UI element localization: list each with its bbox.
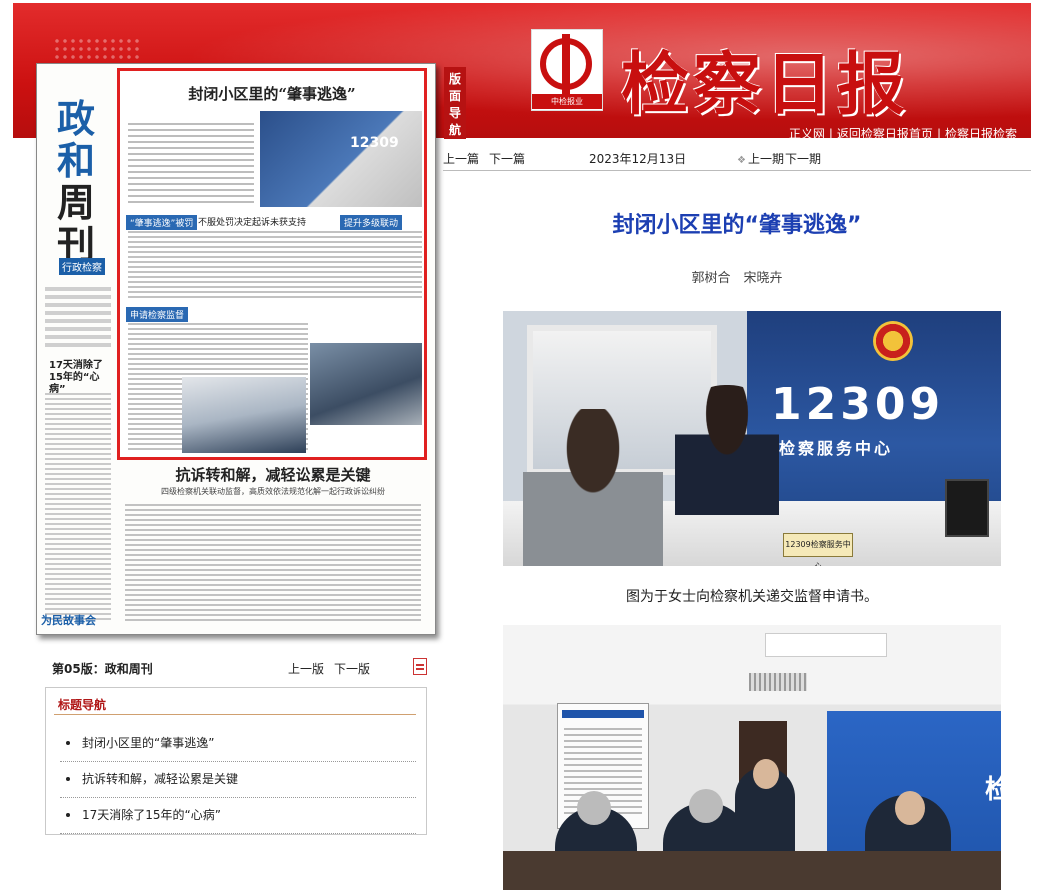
focus-article-columns [128,231,422,301]
headline-item[interactable]: 封闭小区里的“肇事逃逸” [60,726,416,762]
headline-nav: 标题导航 封闭小区里的“肇事逃逸” 抗诉转和解，减轻讼累是关键 17天消除了15… [45,687,427,835]
column-title: 政 和 周 刊 [57,98,101,266]
photo-monitor [945,479,989,537]
lower-article-text [125,504,421,624]
page-label: 第05版：政和周刊 [52,662,153,676]
photo-head-blurred [577,791,611,825]
next-issue-link[interactable]: 下一期 [785,150,821,167]
photo-ac-vent [749,673,807,691]
divider [54,714,416,715]
press-logo: 中检报业 [531,29,603,111]
bullet-icon [66,813,70,817]
masthead-info-lines [45,283,111,351]
bullet-icon [66,741,70,745]
focus-subheading: 申请检察监督 [126,307,189,322]
masthead-title: 检察日报 [621,45,910,125]
link-separator: | [828,127,833,138]
focus-article-text [128,123,254,203]
focus-subheading: “肇事逃逸”被罚 [126,215,198,230]
photo-person-visitor [523,409,663,566]
article-author: 郭树合 宋晓卉 [691,271,783,286]
issue-date: 2023年12月13日 [589,152,687,166]
pdf-icon[interactable] [413,658,427,675]
article-photo-service-center: 12309 检察服务中心 12309检察服务中心 [503,311,1001,566]
headline-nav-title: 标题导航 [58,698,107,712]
header-links: 正义网 | 返回检察日报首页 | 检察日报检索 [789,125,1017,138]
link-justice-net[interactable]: 正义网 [789,127,825,138]
newspaper-page-thumbnail[interactable]: 政 和 周 刊 行政检察 17天消除了15年的“心病” 为民故事会 封闭小区里的… [36,63,436,635]
photo-desk-plaque: 12309检察服务中心 [783,533,853,566]
photo-wall-text: 检察服务中心 [779,439,894,458]
bullet-icon [66,777,70,781]
photo-head [895,791,925,825]
focus-article-title: 封闭小区里的“肇事逃逸” [188,85,356,103]
link-search[interactable]: 检察日报检索 [945,127,1017,138]
chevron-right-icon: ❖ [737,155,746,166]
photo-table [503,851,1001,890]
next-article-link[interactable]: 下一篇 [489,150,525,167]
focus-photo-officers [310,343,422,425]
headline-item-label[interactable]: 抗诉转和解，减轻讼累是关键 [82,772,238,786]
headline-item[interactable]: 抗诉转和解，减轻讼累是关键 [60,762,416,798]
procuratorate-emblem-icon [873,321,913,361]
article-nav-bar: 上一篇 下一篇 2023年12月13日 ❖ 上一期 下一期 [443,150,1031,171]
headline-item-label[interactable]: 17天消除了15年的“心病” [82,808,221,822]
page-nav-tab[interactable]: 版面导航 [444,67,466,139]
prev-article-link[interactable]: 上一篇 [443,150,479,167]
article-photo-meeting: 检 [503,625,1001,890]
board-header [562,710,644,718]
photo-caption: 图为于女士向检察机关递交监督申请书。 [626,589,878,605]
page-side-column: 政 和 周 刊 行政检察 17天消除了15年的“心病” [41,68,113,628]
photo-head-blurred [689,789,723,823]
page-bar: 第05版：政和周刊 上一版 下一版 [52,658,432,678]
page-main-area: 封闭小区里的“肇事逃逸” 12309 “肇事逃逸”被罚 不服处罚决定起诉未获支持… [117,68,429,628]
link-home[interactable]: 返回检察日报首页 [837,127,933,138]
photo-ceiling-light [765,633,887,657]
headline-item-label[interactable]: 封闭小区里的“肇事逃逸” [82,736,214,750]
banner-dot-pattern [53,37,143,59]
logo-bar-icon [562,34,570,94]
column-title-char: 和 [57,138,96,183]
focus-subheading-text: 不服处罚决定起诉未获支持 [198,218,307,228]
photo-head [753,759,779,789]
prev-issue-link[interactable]: ❖ 上一期 [737,150,784,167]
focus-photo-number: 12309 [350,135,399,151]
logo-caption: 中检报业 [532,94,602,109]
prev-page-link[interactable]: 上一版 [288,660,324,677]
headline-item[interactable]: 17天消除了15年的“心病” [60,798,416,834]
focus-subheading: 提升多级联动 [340,215,403,230]
photo-person-prosecutor [675,385,779,515]
lower-article-title[interactable]: 抗诉转和解，减轻讼累是关键 [117,464,429,485]
focus-photo-meeting [182,377,306,453]
photo-hotline-number: 12309 [771,379,945,430]
column-title-char: 周 [57,180,96,225]
column-title-char: 政 [57,96,96,141]
link-separator: | [936,127,941,138]
photo-wall-char: 检 [985,775,1001,805]
lower-article-subtitle: 四级检察机关联动监督，高质效依法规范化解一起行政诉讼纠纷 [161,487,385,496]
headline-list: 封闭小区里的“肇事逃逸” 抗诉转和解，减轻讼累是关键 17天消除了15年的“心病… [60,726,416,834]
article-title: 封闭小区里的“肇事逃逸” [612,213,862,238]
highlighted-article-region[interactable]: 封闭小区里的“肇事逃逸” 12309 “肇事逃逸”被罚 不服处罚决定起诉未获支持… [117,68,427,460]
side-headline[interactable]: 17天消除了15年的“心病” [49,360,113,396]
page-footer-label: 为民故事会 [41,614,96,627]
prev-issue-label[interactable]: 上一期 [748,152,784,166]
next-page-link[interactable]: 下一版 [334,660,370,677]
column-tag: 行政检察 [59,258,105,275]
focus-photo-service-center: 12309 [260,111,422,207]
side-text-column [45,393,111,623]
